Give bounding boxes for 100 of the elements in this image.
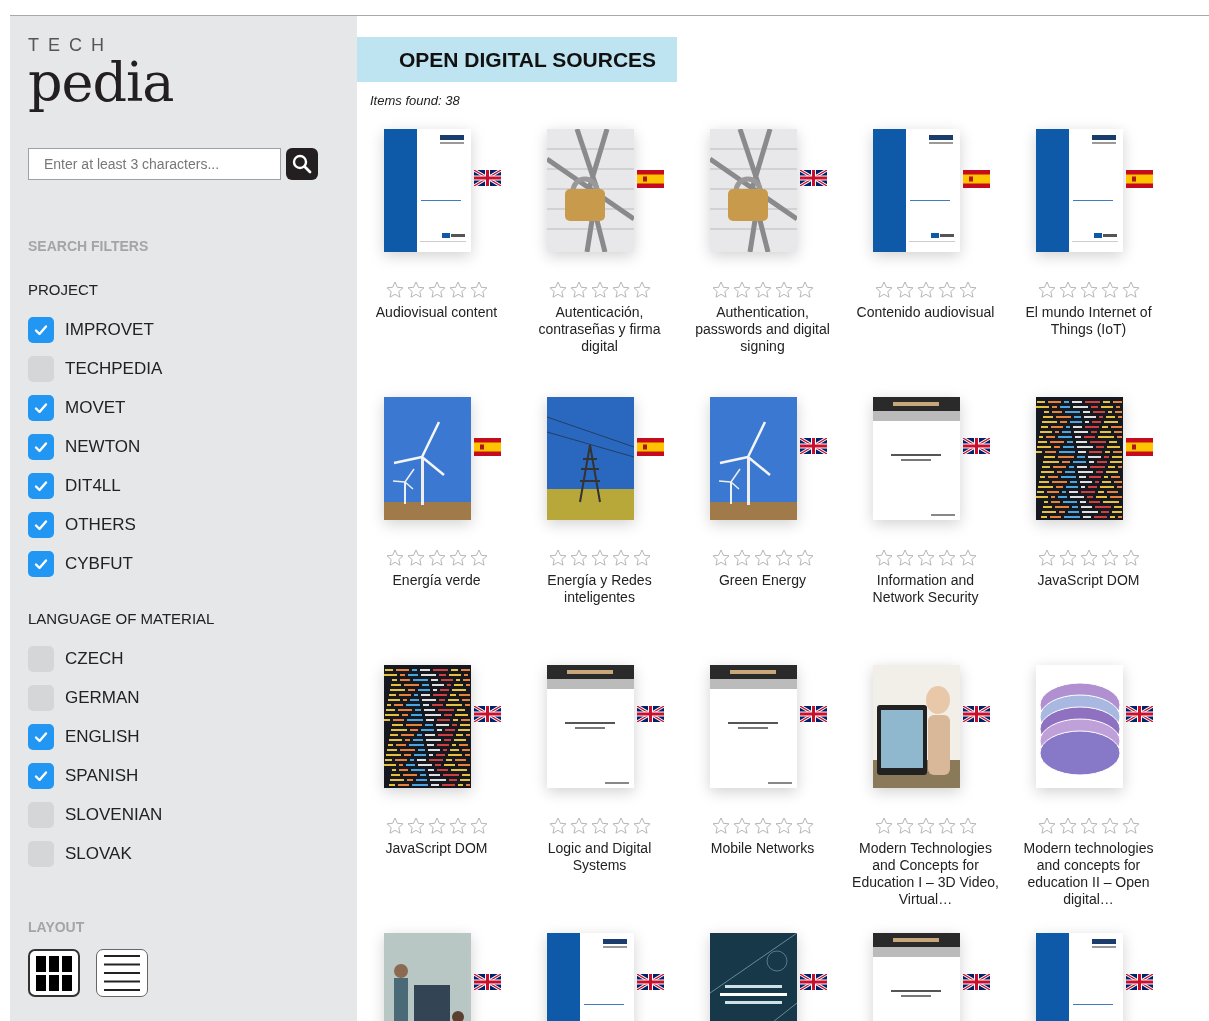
grid-icon [36,955,72,991]
star-icon [427,817,446,834]
star-icon [611,817,630,834]
star-icon [732,549,751,566]
star-icon [1100,281,1119,298]
star-icon [469,817,488,834]
star-icon [385,281,404,298]
filter-group-title: PROJECT [28,281,99,298]
search-button[interactable] [286,148,318,180]
checkbox[interactable] [28,472,54,499]
search-field[interactable]: Enter at least 3 characters... [28,148,281,180]
star-icon [711,281,730,298]
filter-label: GERMAN [65,687,140,708]
filter-label: SLOVENIAN [65,804,163,825]
item-title[interactable]: Modern technologies and concepts for education II – Open digital… [1013,840,1164,908]
star-icon [590,281,609,298]
star-icon [548,817,567,834]
star-icon [611,281,630,298]
star-icon [753,817,772,834]
star-icon [448,549,467,566]
star-icon [1037,281,1056,298]
spain-flag-icon [637,170,664,188]
star-icon [590,817,609,834]
filter-label: SLOVAK [65,843,132,864]
item-title[interactable]: Energía y Redes inteligentes [524,572,675,606]
star-icon [406,281,425,298]
item-title[interactable]: Contenido audiovisual [850,304,1001,321]
star-icon [795,281,814,298]
item-title[interactable]: Audiovisual content [361,304,512,321]
star-icon [732,281,751,298]
spain-flag-icon [637,438,664,456]
item-title[interactable]: Energía verde [361,572,512,589]
logo-pedia-text: pedia [28,54,174,112]
filter-label: OTHERS [65,514,136,535]
star-icon [448,817,467,834]
search-icon [292,154,312,174]
star-icon [1100,817,1119,834]
checkbox[interactable] [28,316,54,343]
star-icon [753,281,772,298]
filters-heading: SEARCH FILTERS [28,238,150,254]
star-icon [937,817,956,834]
uk-flag-icon [474,170,501,186]
star-icon [958,549,977,566]
star-icon [569,817,588,834]
item-title[interactable]: JavaScript DOM [361,840,512,857]
item-title[interactable]: Information and Network Security [850,572,1001,606]
star-icon [774,817,793,834]
star-icon [937,281,956,298]
star-icon [916,281,935,298]
star-icon [1037,549,1056,566]
checkbox[interactable] [28,394,54,421]
star-icon [1058,549,1077,566]
star-icon [937,549,956,566]
uk-flag-icon [963,706,990,722]
star-icon [427,549,446,566]
item-title[interactable]: Modern Technologies and Concepts for Education I – 3D Video, Virtual… [850,840,1001,908]
checkbox[interactable] [28,433,54,460]
checkbox[interactable] [28,762,54,789]
uk-flag-icon [1126,706,1153,722]
item-title[interactable]: El mundo Internet of Things (IoT) [1013,304,1164,338]
uk-flag-icon [800,974,827,990]
spain-flag-icon [1126,170,1153,188]
checkbox[interactable] [28,550,54,577]
star-icon [1079,281,1098,298]
item-title[interactable]: Autenticación, contraseñas y firma digital [524,304,675,355]
logo-tech-text: TECH [28,36,113,54]
item-title[interactable]: Mobile Networks [687,840,838,857]
star-icon [753,549,772,566]
item-title[interactable]: Green Energy [687,572,838,589]
grid-layout-button[interactable] [28,949,80,997]
item-title[interactable]: Authentication, passwords and digital signing [687,304,838,355]
item-title[interactable]: JavaScript DOM [1013,572,1164,589]
star-icon [1079,549,1098,566]
star-icon [385,549,404,566]
star-icon [469,549,488,566]
uk-flag-icon [963,438,990,454]
star-icon [1121,817,1140,834]
uk-flag-icon [800,438,827,454]
checkbox[interactable] [28,511,54,538]
star-icon [1121,549,1140,566]
item-title[interactable]: Logic and Digital Systems [524,840,675,874]
list-layout-button[interactable] [96,949,148,997]
filter-label: TECHPEDIA [65,358,163,379]
star-icon [632,281,651,298]
star-icon [874,549,893,566]
star-icon [895,549,914,566]
spain-flag-icon [474,438,501,456]
filter-label: ENGLISH [65,726,140,747]
filter-label: CZECH [65,648,124,669]
filter-label: SPANISH [65,765,139,786]
uk-flag-icon [474,974,501,990]
star-icon [385,817,404,834]
star-icon [611,549,630,566]
uk-flag-icon [474,706,501,722]
star-icon [895,281,914,298]
checkbox[interactable] [28,723,54,750]
star-icon [569,549,588,566]
star-icon [632,817,651,834]
star-icon [548,549,567,566]
list-icon [104,955,140,991]
